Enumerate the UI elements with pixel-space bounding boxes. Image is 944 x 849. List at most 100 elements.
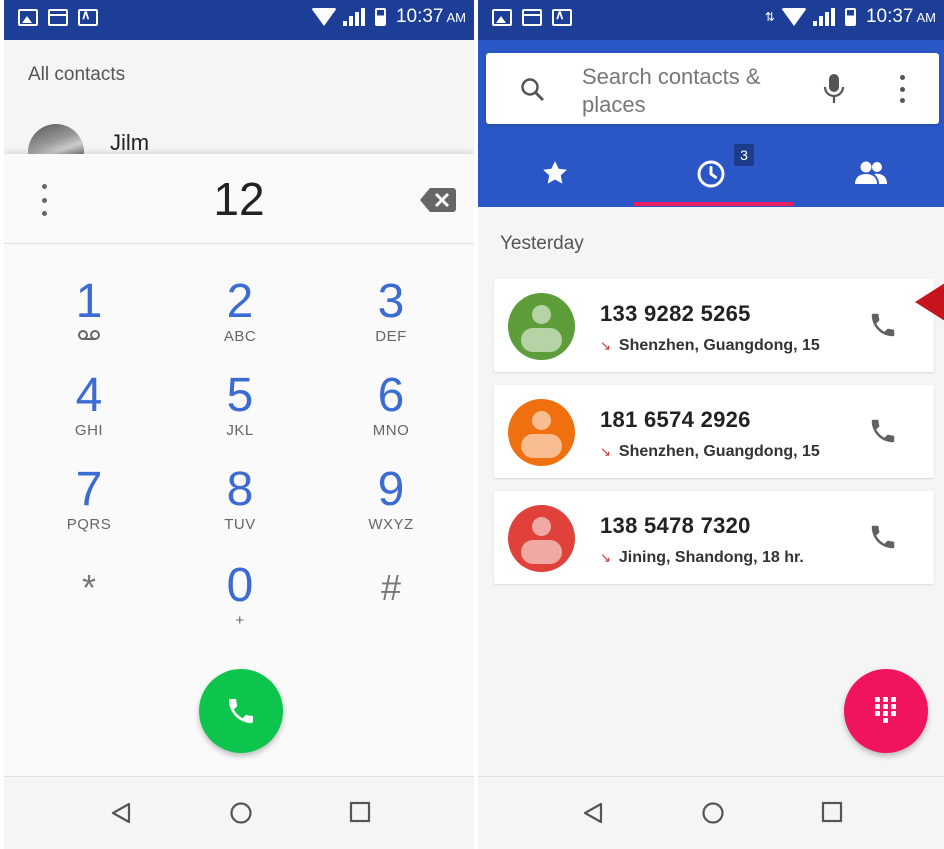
- status-ampm: AM: [916, 9, 937, 25]
- caller-avatar[interactable]: [508, 505, 575, 572]
- phone-icon: [229, 699, 253, 723]
- key-digit: 5: [226, 369, 254, 422]
- status-bar: 10:37 AM: [4, 0, 474, 40]
- microphone-icon[interactable]: [822, 73, 846, 110]
- key-8[interactable]: 8 TUV: [175, 463, 305, 534]
- caller-avatar[interactable]: [508, 399, 575, 466]
- caller-number: 181 6574 2926: [600, 407, 751, 432]
- status-bar: ⇅ 10:37 AM: [478, 0, 944, 40]
- voicemail-icon: [24, 328, 154, 345]
- backspace-icon[interactable]: [420, 188, 456, 212]
- caller-number: 138 5478 7320: [600, 513, 751, 538]
- call-log-item[interactable]: 181 6574 2926 ↘ Shenzhen, Guangdong, 15: [494, 385, 934, 478]
- dialpad-divider: [4, 243, 474, 244]
- key-7[interactable]: 7 PQRS: [24, 463, 154, 534]
- clock-icon: [697, 160, 725, 188]
- tab-contacts[interactable]: [794, 136, 944, 207]
- activity-notification-icon: [78, 7, 98, 26]
- recents-count-badge: 3: [734, 144, 754, 166]
- home-nav-icon[interactable]: [701, 801, 725, 825]
- back-nav-icon[interactable]: [110, 801, 132, 825]
- missed-call-icon: ↘: [600, 444, 611, 459]
- tab-recents[interactable]: 3: [634, 136, 789, 207]
- data-transfer-icon: ⇅: [764, 10, 775, 24]
- battery-icon: [844, 8, 856, 26]
- key-digit: 4: [75, 369, 103, 422]
- key-letters: ABC: [223, 328, 257, 345]
- signal-icon: [812, 8, 835, 26]
- dialpad-icon: [875, 697, 897, 725]
- call-log-item[interactable]: 138 5478 7320 ↘ Jining, Shandong, 18 hr.: [494, 491, 934, 584]
- missed-call-icon: ↘: [600, 338, 611, 353]
- signal-icon: [342, 8, 365, 26]
- app-header: Search contacts & places 3: [478, 40, 944, 207]
- image-notification-icon: [18, 9, 38, 26]
- key-5[interactable]: 5 JKL: [175, 369, 305, 440]
- search-icon[interactable]: [520, 77, 546, 108]
- key-1[interactable]: 1: [24, 278, 154, 345]
- key-letters: JKL: [226, 422, 254, 439]
- recents-nav-icon[interactable]: [349, 801, 371, 823]
- caller-avatar[interactable]: [508, 293, 575, 360]
- key-3[interactable]: 3 DEF: [326, 275, 456, 346]
- call-details: ↘ Jining, Shandong, 18 hr.: [600, 549, 804, 567]
- navigation-bar: [478, 776, 944, 849]
- call-details: ↘ Shenzhen, Guangdong, 15: [600, 443, 820, 461]
- notification-icons: [492, 7, 572, 26]
- dialpad-fab-button[interactable]: [844, 669, 928, 753]
- caller-number: 133 9282 5265: [600, 301, 751, 326]
- call-back-phone-icon[interactable]: [868, 416, 898, 451]
- key-hash[interactable]: #: [326, 564, 456, 612]
- dialed-number[interactable]: 12: [4, 172, 474, 226]
- search-box[interactable]: Search contacts & places: [486, 53, 939, 124]
- key-4[interactable]: 4 GHI: [24, 369, 154, 440]
- key-digit: 0: [226, 559, 254, 612]
- active-tab-indicator: [634, 202, 793, 206]
- people-icon: [855, 161, 887, 184]
- overflow-menu-icon[interactable]: [899, 75, 905, 103]
- phone-recents-screen: ⇅ 10:37 AM Search contacts & places: [478, 0, 944, 849]
- call-log-item[interactable]: 133 9282 5265 ↘ Shenzhen, Guangdong, 15: [494, 279, 934, 372]
- key-9[interactable]: 9 WXYZ: [326, 463, 456, 534]
- key-letters: +: [235, 612, 245, 629]
- key-letters: MNO: [372, 422, 410, 439]
- recents-nav-icon[interactable]: [821, 801, 843, 823]
- section-title: Yesterday: [500, 233, 584, 254]
- activity-notification-icon: [552, 7, 572, 26]
- call-details: ↘ Shenzhen, Guangdong, 15: [600, 337, 820, 355]
- calendar-notification-icon: [522, 9, 542, 26]
- search-placeholder[interactable]: Search contacts & places: [582, 63, 792, 119]
- call-button[interactable]: [199, 669, 283, 753]
- call-back-phone-icon[interactable]: [868, 522, 898, 557]
- call-back-phone-icon[interactable]: [868, 310, 898, 345]
- key-digit: *: [81, 567, 96, 608]
- key-digit: 9: [377, 463, 405, 516]
- dialpad: 12 1 2 ABC 3 DEF 4 GHI 5 JKL 6 MNO 7 PQR…: [4, 154, 474, 776]
- key-letters: WXYZ: [368, 516, 414, 533]
- notification-icons: [18, 7, 98, 26]
- status-time: 10:37: [395, 6, 444, 27]
- contacts-list: All contacts Jilm: [4, 40, 474, 180]
- calendar-notification-icon: [48, 9, 68, 26]
- key-digit: 6: [377, 369, 405, 422]
- status-time: 10:37: [865, 6, 914, 27]
- tab-speed-dial[interactable]: [478, 136, 633, 207]
- key-digit: 8: [226, 463, 254, 516]
- key-digit: 7: [75, 463, 103, 516]
- key-6[interactable]: 6 MNO: [326, 369, 456, 440]
- tab-bar: 3: [478, 136, 944, 207]
- missed-call-icon: ↘: [600, 550, 611, 565]
- back-nav-icon[interactable]: [582, 801, 604, 825]
- status-ampm: AM: [446, 9, 467, 25]
- home-nav-icon[interactable]: [229, 801, 253, 825]
- navigation-bar: [4, 776, 474, 849]
- key-letters: DEF: [375, 328, 407, 345]
- contact-name[interactable]: Jilm: [110, 130, 149, 156]
- key-digit: 3: [377, 275, 405, 328]
- all-contacts-label: All contacts: [28, 64, 126, 85]
- key-star[interactable]: *: [24, 564, 154, 612]
- dialer-screen: 10:37 AM All contacts Jilm 12 1 2 ABC: [4, 0, 474, 849]
- key-2[interactable]: 2 ABC: [175, 278, 305, 346]
- star-icon: [543, 161, 567, 184]
- key-0[interactable]: 0 +: [175, 559, 305, 630]
